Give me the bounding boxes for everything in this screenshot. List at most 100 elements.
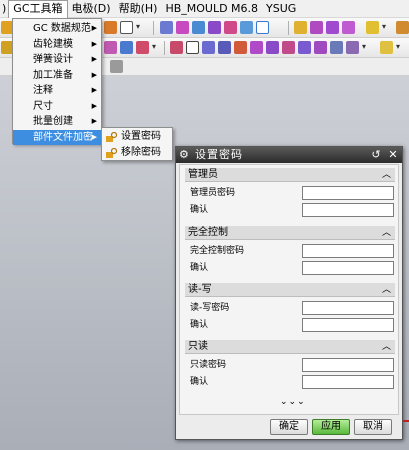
dropdown-arrow-icon[interactable]: ▾	[152, 42, 156, 51]
dialog-title: 设置密码	[195, 148, 243, 161]
section-full-control-header[interactable]: 完全控制 ︿	[185, 226, 395, 240]
menu-item-set-password[interactable]: 设置密码	[102, 129, 172, 145]
tool-icon[interactable]	[240, 21, 253, 34]
tool-icon[interactable]	[310, 21, 323, 34]
collapse-icon[interactable]: ︿	[382, 283, 391, 297]
read-write-confirm-label: 确认	[190, 320, 209, 330]
menu-item-gc-toolbox[interactable]: GC工具箱	[8, 0, 68, 18]
tool-icon[interactable]	[282, 41, 295, 54]
menu-item-annotation[interactable]: 注释 ▶	[13, 83, 101, 99]
tool-icon[interactable]	[234, 41, 247, 54]
gear-icon[interactable]: ⚙	[179, 147, 189, 163]
submenu-arrow-icon: ▶	[91, 24, 97, 32]
read-write-password-input[interactable]	[302, 301, 394, 315]
dropdown-arrow-icon[interactable]: ▾	[136, 22, 140, 31]
tool-icon[interactable]	[224, 21, 237, 34]
toolbar-separator	[153, 21, 154, 35]
read-only-password-label: 只读密码	[190, 360, 227, 370]
menu-item-hb-mould[interactable]: HB_MOULD M6.8	[161, 0, 262, 18]
tool-icon[interactable]	[160, 21, 173, 34]
tool-icon[interactable]	[136, 41, 149, 54]
menu-item-help[interactable]: 帮助(H)	[115, 0, 162, 18]
dialog-footer: 确定 应用 取消	[176, 415, 402, 439]
section-admin-header[interactable]: 管理员 ︿	[185, 168, 395, 182]
key-lock-icon	[106, 132, 117, 142]
tool-icon[interactable]	[202, 41, 215, 54]
reset-icon[interactable]: ↺	[369, 147, 383, 163]
tool-icon[interactable]	[104, 41, 117, 54]
menu-item-machining-prep[interactable]: 加工准备 ▶	[13, 68, 101, 84]
tool-icon[interactable]	[170, 41, 183, 54]
tool-icon[interactable]	[256, 21, 269, 34]
tool-icon[interactable]	[366, 21, 379, 34]
tool-icon[interactable]	[218, 41, 231, 54]
menu-item-spring-design[interactable]: 弹簧设计 ▶	[13, 52, 101, 68]
menu-item-part-encryption[interactable]: 部件文件加密 ▶	[13, 129, 101, 145]
gc-toolbox-menu: GC 数据规范 ▶ 齿轮建模 ▶ 弹簧设计 ▶ 加工准备 ▶ 注释 ▶ 尺寸 ▶ 批量创建 ▶…	[12, 18, 102, 145]
collapse-icon[interactable]: ︿	[382, 168, 391, 182]
tool-icon[interactable]	[346, 41, 359, 54]
tool-icon[interactable]	[266, 41, 279, 54]
admin-confirm-input[interactable]	[302, 203, 394, 217]
read-write-password-label: 读-写密码	[190, 303, 230, 313]
full-control-confirm-input[interactable]	[302, 261, 394, 275]
tool-icon[interactable]	[120, 41, 133, 54]
read-only-password-input[interactable]	[302, 358, 394, 372]
tool-icon[interactable]	[120, 21, 133, 34]
ok-button[interactable]: 确定	[270, 419, 308, 435]
tool-icon[interactable]	[298, 41, 311, 54]
cancel-button[interactable]: 取消	[354, 419, 392, 435]
menu-item-previous[interactable]: )	[0, 0, 8, 18]
section-read-only-header[interactable]: 只读 ︿	[185, 340, 395, 354]
dropdown-arrow-icon[interactable]: ▾	[382, 22, 386, 31]
menu-item-electrode[interactable]: 电极(D)	[68, 0, 115, 18]
tool-icon[interactable]	[250, 41, 263, 54]
menu-item-gear-modeling[interactable]: 齿轮建模 ▶	[13, 37, 101, 53]
dropdown-arrow-icon[interactable]: ▾	[362, 42, 366, 51]
read-write-confirm-input[interactable]	[302, 318, 394, 332]
tool-icon[interactable]	[342, 21, 355, 34]
toolbar-separator	[288, 21, 289, 35]
section-read-write-header[interactable]: 读-写 ︿	[185, 283, 395, 297]
tool-icon[interactable]	[294, 21, 307, 34]
admin-confirm-label: 确认	[190, 205, 209, 215]
tool-icon[interactable]	[326, 21, 339, 34]
dialog-body: 管理员 ︿ 管理员密码 确认 完全控制 ︿ 完全控制密码 确认 读-写 ︿ 读-写密码…	[179, 164, 399, 415]
tool-icon[interactable]	[110, 60, 123, 73]
menu-item-gc-data-standard[interactable]: GC 数据规范 ▶	[13, 21, 101, 37]
menu-item-ysug[interactable]: YSUG	[262, 0, 300, 18]
tool-icon[interactable]	[104, 21, 117, 34]
admin-password-label: 管理员密码	[190, 188, 236, 198]
tool-icon[interactable]	[192, 21, 205, 34]
submenu-arrow-icon: ▶	[91, 132, 97, 141]
read-only-confirm-input[interactable]	[302, 375, 394, 389]
tool-icon[interactable]	[396, 21, 409, 34]
tool-icon[interactable]	[330, 41, 343, 54]
dialog-title-bar[interactable]: ⚙ 设置密码 ↺ ✕	[176, 147, 402, 163]
tool-icon[interactable]	[208, 21, 221, 34]
collapse-icon[interactable]: ︿	[382, 226, 391, 240]
submenu-arrow-icon: ▶	[91, 39, 97, 48]
menu-item-remove-password[interactable]: 移除密码	[102, 145, 172, 161]
menu-item-batch-create[interactable]: 批量创建 ▶	[13, 114, 101, 130]
expand-more-icon[interactable]: ⌄⌄⌄	[280, 397, 306, 407]
tool-icon[interactable]	[380, 41, 393, 54]
toolbar-separator	[164, 41, 165, 55]
full-control-password-input[interactable]	[302, 244, 394, 258]
submenu-arrow-icon: ▶	[91, 101, 97, 110]
tool-icon[interactable]	[314, 41, 327, 54]
key-lock-icon	[106, 148, 117, 158]
full-control-confirm-label: 确认	[190, 263, 209, 273]
tool-icon[interactable]	[186, 41, 199, 54]
collapse-icon[interactable]: ︿	[382, 340, 391, 354]
submenu-arrow-icon: ▶	[91, 86, 97, 94]
dropdown-arrow-icon[interactable]: ▾	[396, 42, 400, 51]
apply-button[interactable]: 应用	[312, 419, 350, 435]
part-encryption-submenu: 设置密码 移除密码	[101, 127, 173, 161]
submenu-arrow-icon: ▶	[91, 55, 97, 63]
submenu-arrow-icon: ▶	[91, 117, 97, 125]
menu-item-dimension[interactable]: 尺寸 ▶	[13, 99, 101, 115]
close-icon[interactable]: ✕	[386, 147, 400, 163]
admin-password-input[interactable]	[302, 186, 394, 200]
tool-icon[interactable]	[176, 21, 189, 34]
